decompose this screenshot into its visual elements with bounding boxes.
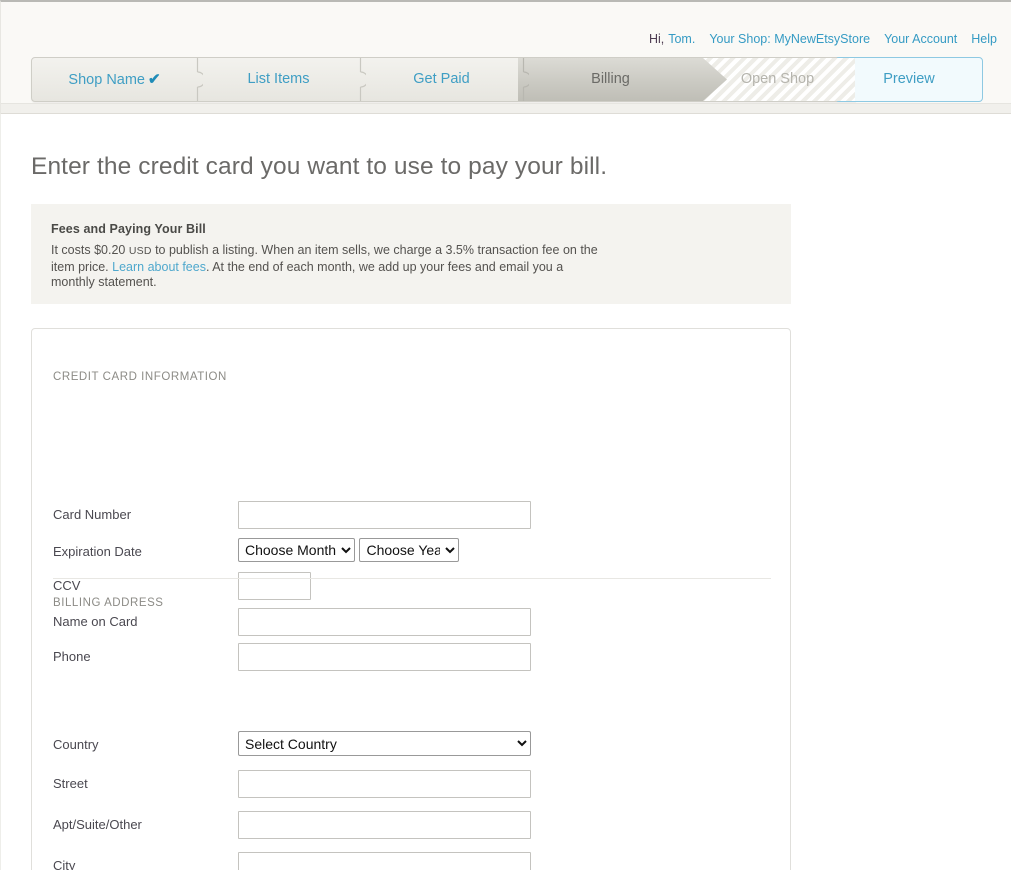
- fees-usd-label: USD: [128, 245, 152, 257]
- phone-label: Phone: [53, 649, 91, 664]
- help-link[interactable]: Help: [971, 32, 997, 46]
- section-divider: [53, 578, 771, 579]
- wizard-steps: Shop Name ✔ List Items Get Paid Billing O…: [31, 57, 983, 102]
- wizard-tab-strip: Shop Name ✔ List Items Get Paid Billing O…: [31, 57, 856, 102]
- phone-input[interactable]: [238, 643, 531, 671]
- field-row-card-number: Card Number: [53, 501, 771, 531]
- street-control: [238, 770, 531, 798]
- country-select[interactable]: Select Country: [238, 731, 531, 756]
- apt-suite-other-control: [238, 811, 531, 839]
- field-row-street: Street: [53, 770, 771, 800]
- wizard-step-billing[interactable]: Billing: [523, 58, 698, 101]
- name-on-card-label: Name on Card: [53, 614, 138, 629]
- wizard-step-shop-name-label: Shop Name: [68, 72, 145, 88]
- field-row-name-on-card: Name on Card: [53, 608, 771, 638]
- city-label: City: [53, 858, 76, 870]
- name-on-card-input[interactable]: [238, 608, 531, 636]
- city-control: [238, 852, 531, 870]
- fees-info-body: It costs $0.20 USD to publish a listing.…: [51, 243, 599, 291]
- apt-suite-other-input[interactable]: [238, 811, 531, 839]
- your-account-link[interactable]: Your Account: [884, 32, 957, 46]
- billing-address-section-label: Billing Address: [53, 597, 164, 609]
- wizard-step-list-items[interactable]: List Items: [197, 58, 360, 101]
- your-shop-link[interactable]: Your Shop: MyNewEtsyStore: [709, 32, 870, 46]
- wizard-step-open-shop: Open Shop: [740, 71, 815, 87]
- card-number-label: Card Number: [53, 507, 132, 522]
- field-row-city: City: [53, 852, 771, 870]
- expiration-month-select[interactable]: Choose Month: [238, 538, 355, 562]
- preview-button[interactable]: Preview: [835, 57, 983, 102]
- expiration-date-label: Expiration Date: [53, 544, 142, 559]
- site-column: Hi, Tom. Your Shop: MyNewEtsyStore Your Acc…: [0, 0, 1011, 870]
- check-icon: ✔: [148, 71, 161, 88]
- main-content: Enter the credit card you want to use to…: [0, 114, 1011, 870]
- site-header: Hi, Tom. Your Shop: MyNewEtsyStore Your Acc…: [0, 0, 1011, 114]
- field-row-apt-suite-other: Apt/Suite/Other: [53, 811, 771, 841]
- learn-about-fees-link[interactable]: Learn about fees: [112, 260, 206, 274]
- city-input[interactable]: [238, 852, 531, 870]
- page-root: Hi, Tom. Your Shop: MyNewEtsyStore Your Acc…: [0, 0, 1032, 870]
- field-row-country: Country Select Country: [53, 731, 771, 761]
- credit-card-section-label: Credit Card Information: [53, 371, 227, 383]
- fees-text-part-1: It costs $0.20: [51, 243, 129, 257]
- ccv-label: CCV: [53, 578, 81, 593]
- wizard-step-shop-name[interactable]: Shop Name ✔: [32, 58, 197, 101]
- apt-suite-other-label: Apt/Suite/Other: [53, 817, 142, 832]
- card-number-input[interactable]: [238, 501, 531, 529]
- country-control: Select Country: [238, 731, 531, 756]
- expiration-year-select[interactable]: Choose Year: [359, 538, 460, 562]
- utility-nav: Hi, Tom. Your Shop: MyNewEtsyStore Your Acc…: [649, 32, 997, 46]
- ccv-control: [238, 572, 311, 600]
- ccv-input[interactable]: [238, 572, 311, 600]
- fees-info-title: Fees and Paying Your Bill: [51, 222, 206, 236]
- fees-info-box: Fees and Paying Your Bill It costs $0.20…: [31, 204, 791, 304]
- card-number-control: [238, 501, 531, 529]
- greeting-prefix: Hi,: [648, 32, 665, 46]
- field-row-phone: Phone: [53, 643, 771, 673]
- country-label: Country: [53, 737, 99, 752]
- page-title: Enter the credit card you want to use to…: [31, 153, 608, 180]
- street-label: Street: [53, 776, 88, 791]
- wizard-step-get-paid[interactable]: Get Paid: [360, 58, 523, 101]
- user-name-link[interactable]: Tom.: [668, 32, 695, 46]
- expiration-date-control: Choose Month Choose Year: [238, 538, 460, 562]
- street-input[interactable]: [238, 770, 531, 798]
- phone-control: [238, 643, 531, 671]
- field-row-expiration-date: Expiration Date Choose Month Choose Year: [53, 538, 771, 568]
- name-on-card-control: [238, 608, 531, 636]
- billing-form-panel: Credit Card Information Card Number Expi…: [31, 328, 791, 870]
